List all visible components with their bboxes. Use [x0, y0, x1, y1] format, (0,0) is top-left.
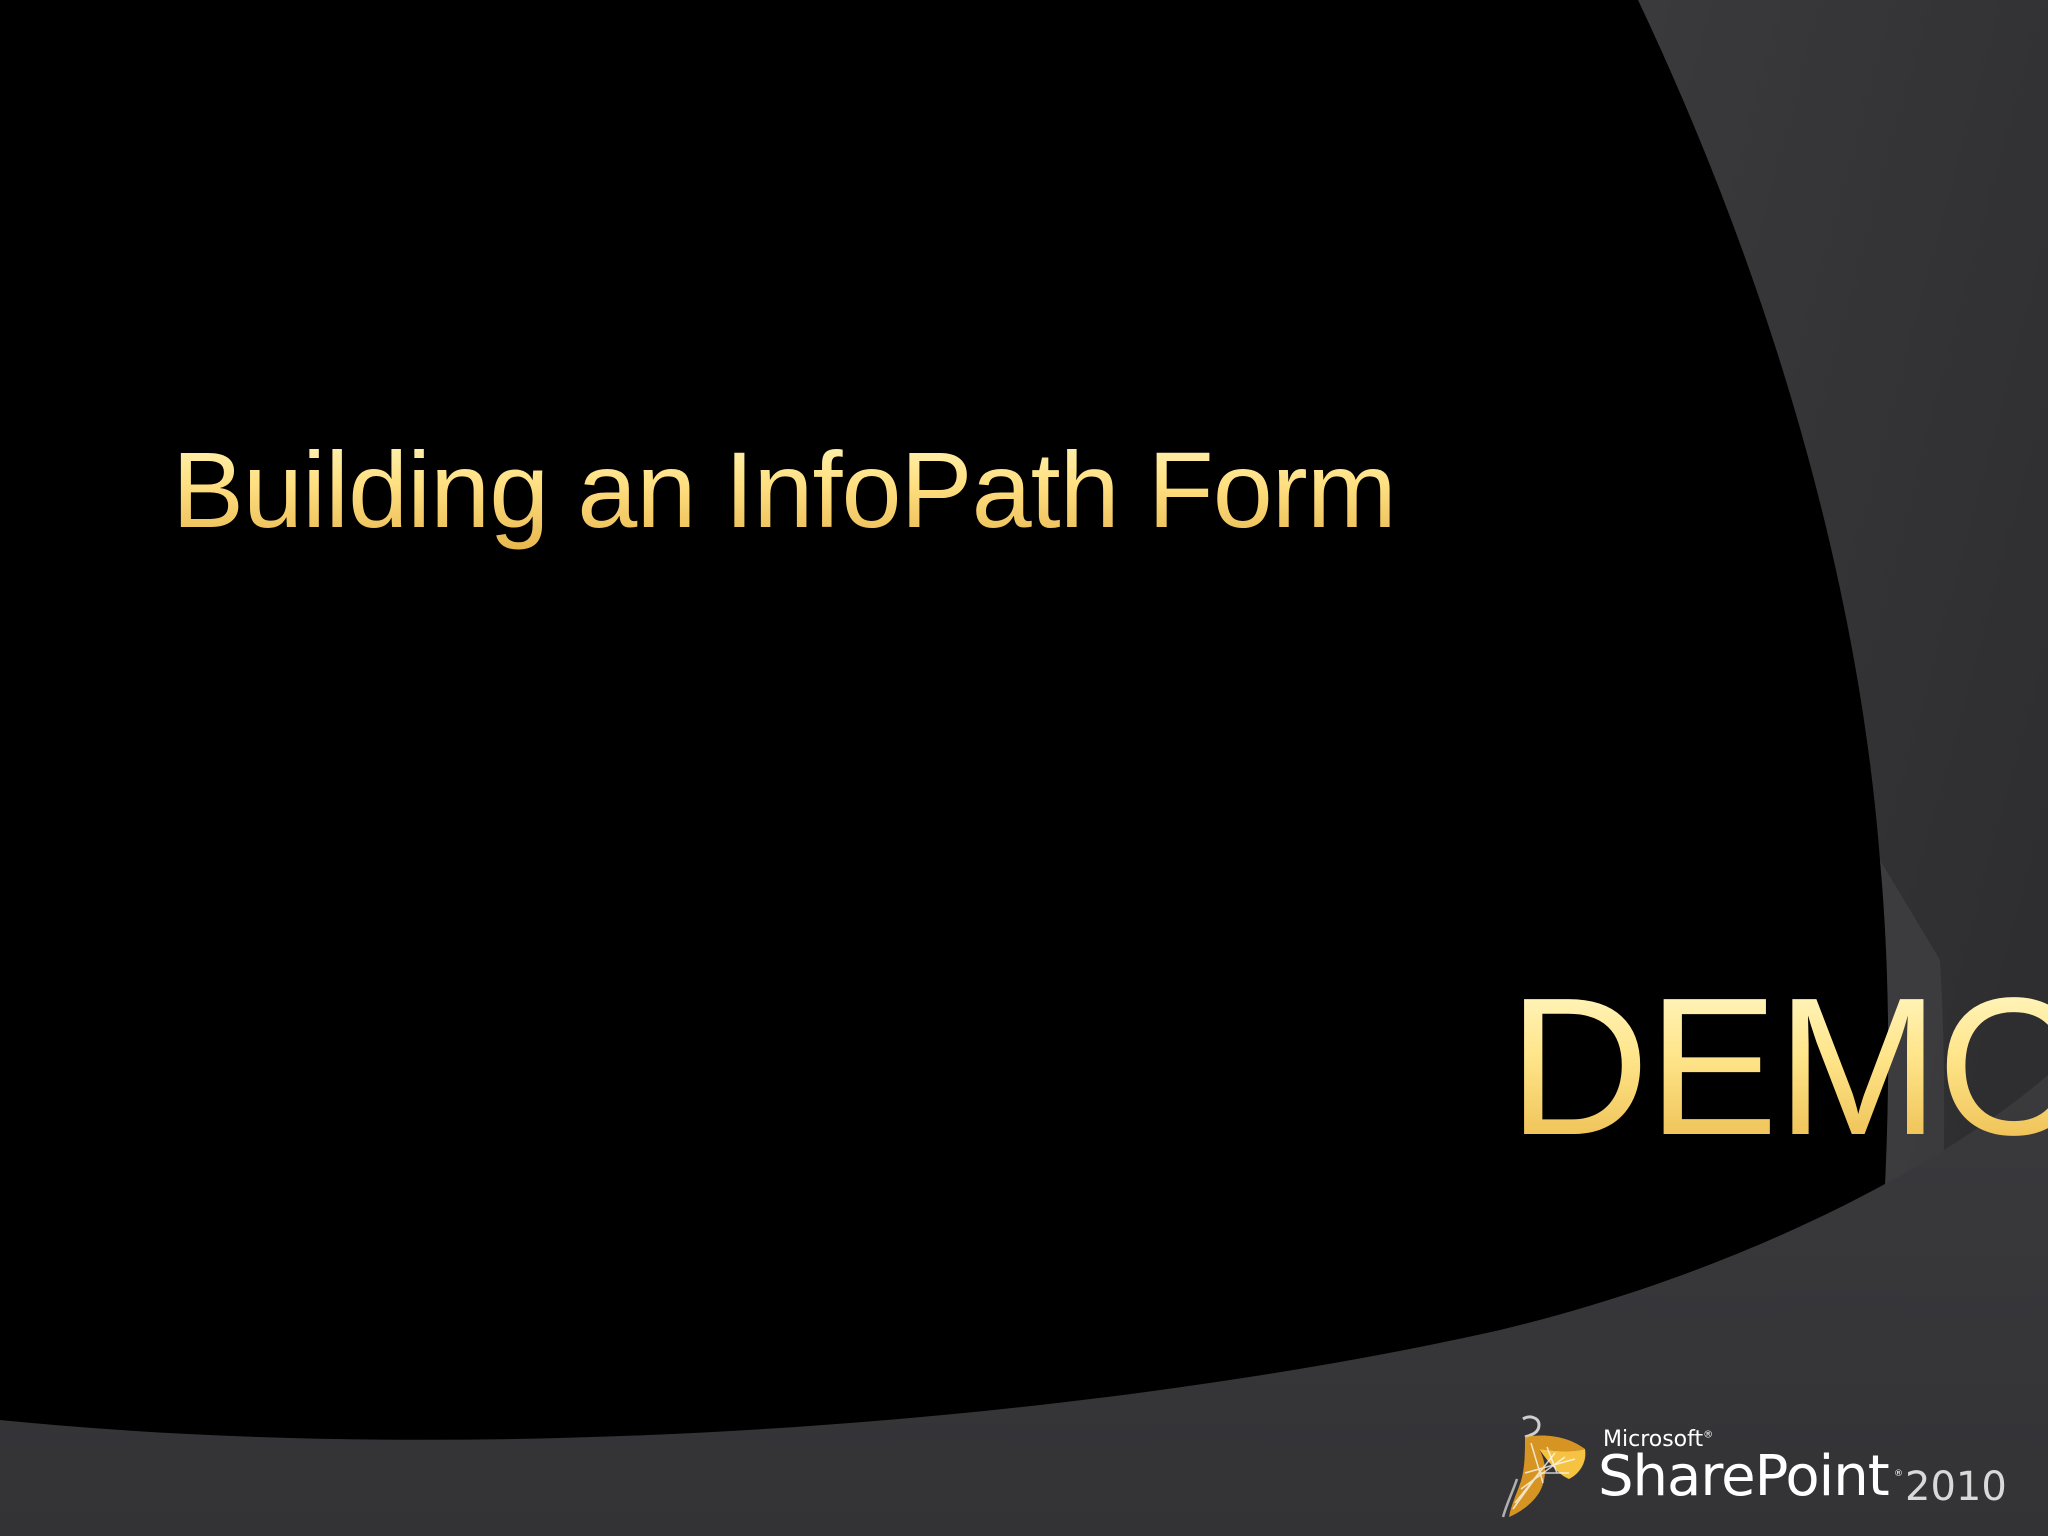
demo-label: DEMO [1508, 962, 2048, 1172]
sharepoint-logo: Microsoft® SharePoint ® 2010 [1495, 1413, 2015, 1523]
background-swooshes [0, 0, 2048, 1536]
logo-product: SharePoint [1598, 1444, 1890, 1509]
slide-title: Building an InfoPath Form [172, 425, 1397, 555]
logo-year: 2010 [1905, 1464, 2007, 1510]
slide: Building an InfoPath Form DEMO Microsoft… [0, 0, 2048, 1536]
logo-trademark: ® [1894, 1469, 1903, 1479]
sharepoint-logo-icon [1501, 1415, 1586, 1518]
